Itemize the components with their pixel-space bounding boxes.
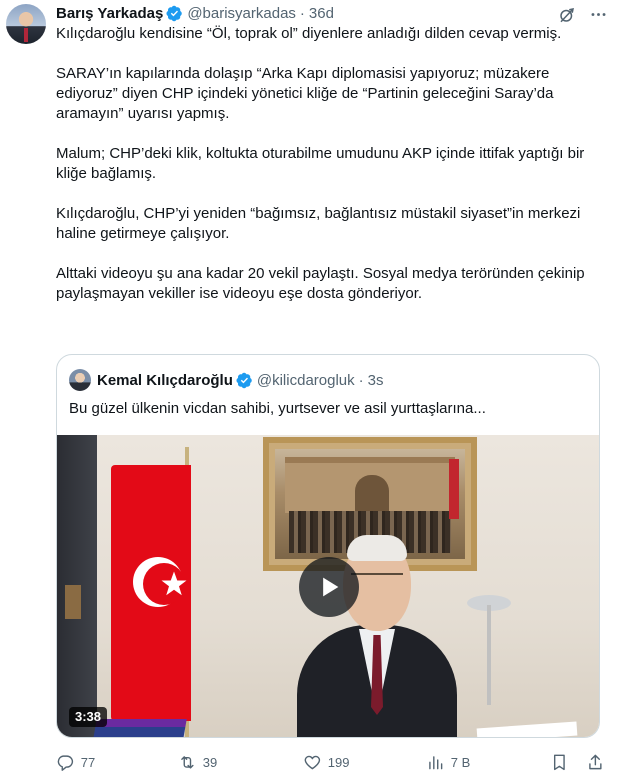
quoted-author-avatar[interactable] xyxy=(69,369,91,391)
desk-lamp-stand xyxy=(487,605,491,705)
share-button[interactable] xyxy=(586,750,611,774)
share-icon xyxy=(589,754,602,769)
tweet-paragraph: Kılıçdaroğlu, CHP’yi yeniden “bağımsız, … xyxy=(56,205,581,242)
quoted-tweet[interactable]: Kemal Kılıçdaroğlu @kilicdarogluk · 3s B… xyxy=(56,354,600,738)
play-icon xyxy=(323,577,339,597)
bookmark-button[interactable] xyxy=(550,750,575,774)
grok-icon[interactable] xyxy=(558,6,576,24)
heart-icon xyxy=(304,755,321,769)
desk-books xyxy=(93,719,187,737)
reply-count: 77 xyxy=(80,754,96,770)
repost-count: 39 xyxy=(202,754,218,770)
author-handle[interactable]: @barisyarkadas xyxy=(187,5,296,22)
tweet-paragraph: Alttaki videoyu şu ana kadar 20 vekil pa… xyxy=(56,265,585,302)
verified-badge-icon[interactable] xyxy=(236,372,253,389)
tweet[interactable]: Barış Yarkadaş @barisyarkadas · 36d Kılı… xyxy=(0,0,622,780)
repost-icon xyxy=(181,755,194,769)
views-button[interactable]: 7 B xyxy=(426,750,470,774)
like-count: 199 xyxy=(327,754,350,770)
verified-badge-icon[interactable] xyxy=(166,5,183,22)
quoted-author-handle[interactable]: @kilicdarogluk xyxy=(257,372,355,389)
video-player[interactable]: 3:38 xyxy=(57,435,599,737)
action-bar: 77 39 199 7 B xyxy=(56,750,606,774)
turkish-flag xyxy=(111,465,191,721)
views-count: 7 B xyxy=(450,754,471,770)
tweet-text: Kılıçdaroğlu kendisine “Öl, toprak ol” d… xyxy=(56,24,596,304)
quoted-tweet-header: Kemal Kılıçdaroğlu @kilicdarogluk · 3s xyxy=(69,369,383,391)
video-duration: 3:38 xyxy=(69,707,108,727)
author-avatar[interactable] xyxy=(6,4,46,44)
tweet-paragraph: SARAY’ın kapılarında dolaşıp “Arka Kapı … xyxy=(56,65,554,122)
views-icon xyxy=(429,755,443,769)
speaker-hair xyxy=(347,535,407,561)
tweet-time[interactable]: 36d xyxy=(309,5,334,22)
tweet-paragraph: Malum; CHP’deki klik, koltukta oturabilm… xyxy=(56,145,585,182)
quoted-tweet-time[interactable]: 3s xyxy=(368,372,384,389)
quoted-tweet-text: Bu güzel ülkenin vicdan sahibi, yurtseve… xyxy=(69,400,486,417)
quoted-header-separator: · xyxy=(358,371,364,389)
play-button[interactable] xyxy=(299,557,359,617)
repost-button[interactable]: 39 xyxy=(178,750,217,774)
avatar-tie xyxy=(24,28,28,42)
quoted-author-name[interactable]: Kemal Kılıçdaroğlu xyxy=(97,372,233,389)
author-name[interactable]: Barış Yarkadaş xyxy=(56,5,163,22)
reply-button[interactable]: 77 xyxy=(56,750,95,774)
tweet-paragraph: Kılıçdaroğlu kendisine “Öl, toprak ol” d… xyxy=(56,25,562,42)
desk-paper xyxy=(476,721,578,737)
bookmark-icon xyxy=(553,754,565,770)
reply-icon xyxy=(57,755,74,771)
tweet-header: Barış Yarkadaş @barisyarkadas · 36d xyxy=(56,2,582,24)
more-icon[interactable] xyxy=(588,4,608,24)
like-button[interactable]: 199 xyxy=(303,750,349,774)
bookshelf xyxy=(57,435,97,737)
header-separator: · xyxy=(299,4,305,22)
